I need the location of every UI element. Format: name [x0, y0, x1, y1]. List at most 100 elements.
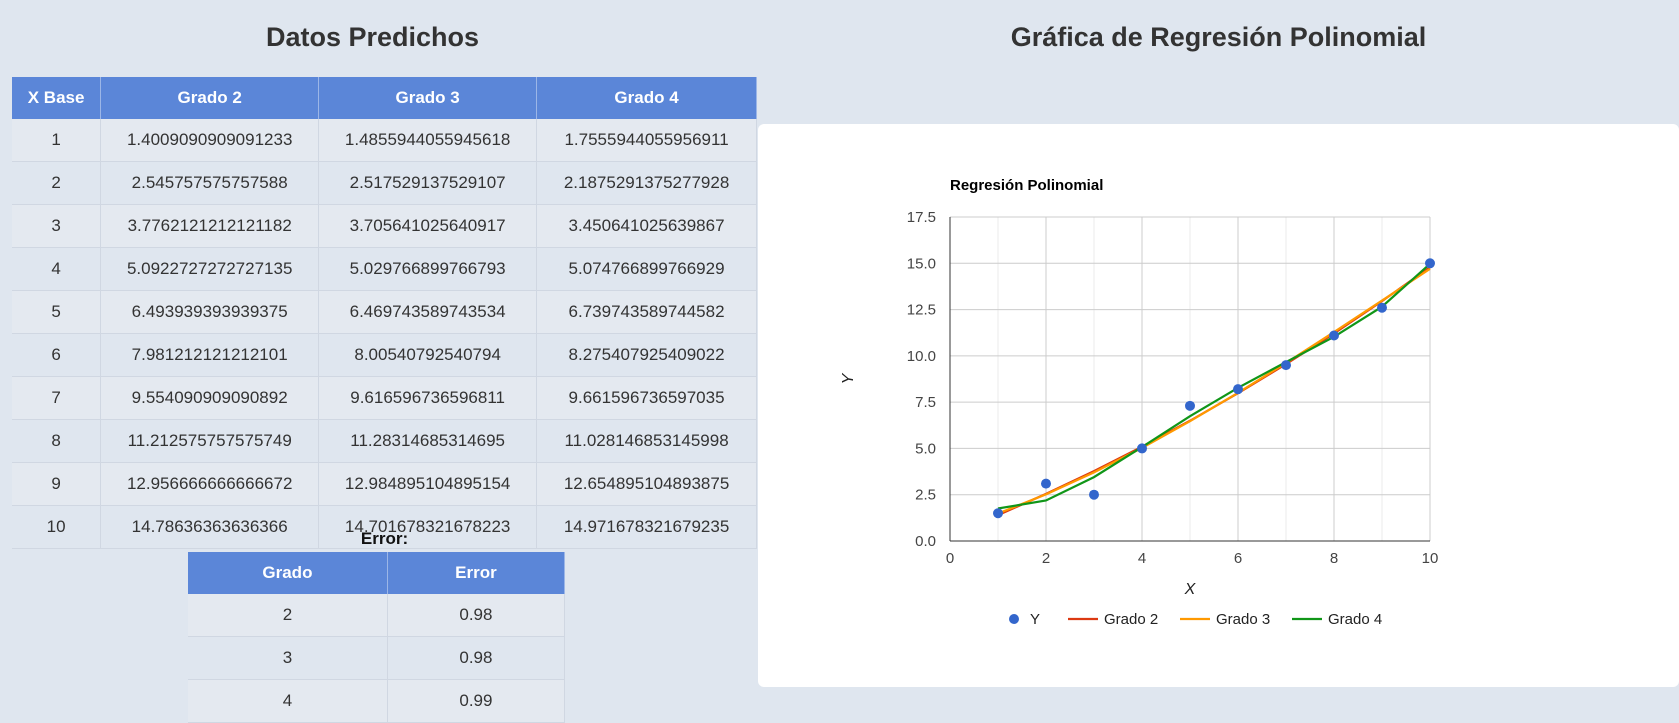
- y-tick-label: 0.0: [915, 533, 936, 550]
- table-cell: 2.1875291375277928: [536, 161, 757, 205]
- x-tick-label: 10: [1422, 550, 1439, 567]
- table-cell: 7.981212121212101: [100, 333, 320, 377]
- regression-chart-title: Gráfica de Regresión Polinomial: [1010, 22, 1427, 52]
- table-cell: 11.212575757575749: [100, 419, 320, 463]
- error-table: Grado Error 2 0.98 3 0.98 4 0.99: [188, 552, 566, 723]
- data-point: [1281, 360, 1291, 371]
- table-cell: 2.517529137529107: [318, 161, 538, 205]
- table-row: 9 12.956666666666672 12.984895104895154 12.…: [12, 462, 757, 506]
- table-cell: 5: [12, 290, 102, 334]
- table-cell: 1.4855944055945618: [318, 119, 538, 162]
- regression-chart: Regresión Polinomial 0.0 2.5 5.0 7.5 10.0 12.5…: [840, 177, 1439, 628]
- data-point: [1089, 489, 1099, 500]
- error-table-header-row: Grado Error: [188, 552, 566, 594]
- table-cell: 11.28314685314695: [318, 419, 538, 463]
- error-cell: 0.98: [387, 594, 566, 637]
- data-point: [1329, 330, 1339, 341]
- table-cell: 1.4009090909091233: [100, 119, 320, 162]
- y-axis-label: Y: [840, 372, 857, 384]
- chart-title: Regresión Polinomial: [950, 177, 1103, 194]
- table-cell: 9.661596736597035: [536, 376, 757, 420]
- table-cell: 5.0922727272727135: [100, 247, 320, 291]
- table-cell: 12.984895104895154: [318, 462, 538, 506]
- table-cell: 6.739743589744582: [536, 290, 757, 334]
- error-row: 2 0.98: [188, 594, 566, 637]
- y-tick-label: 2.5: [915, 487, 936, 504]
- data-point: [993, 508, 1003, 519]
- table-cell: 12.654895104893875: [536, 462, 757, 506]
- predicted-table-header-row: X Base Grado 2 Grado 3 Grado 4: [12, 77, 757, 119]
- table-row: 1 1.4009090909091233 1.4855944055945618 1.7…: [12, 119, 757, 162]
- error-cell: 0.98: [387, 636, 566, 680]
- error-row: 3 0.98: [188, 636, 566, 680]
- table-cell: 2: [12, 161, 102, 205]
- table-cell: 12.956666666666672: [100, 462, 320, 506]
- table-cell: 8.275407925409022: [536, 333, 757, 377]
- table-cell: 6: [12, 333, 102, 377]
- data-point: [1377, 302, 1387, 313]
- table-cell: 9.616596736596811: [318, 376, 538, 420]
- error-cell: 2: [188, 594, 388, 637]
- table-cell: 3.7762121212121182: [100, 204, 320, 248]
- data-point: [1425, 258, 1435, 269]
- column-header-grado: Grado: [188, 552, 388, 594]
- table-row: 6 7.981212121212101 8.00540792540794 8.2754…: [12, 333, 757, 377]
- table-row: 4 5.0922727272727135 5.029766899766793 5.07…: [12, 247, 757, 291]
- error-label: Error:: [360, 529, 409, 548]
- y-tick-label: 15.0: [907, 255, 936, 272]
- legend-label-grado-4: Grado 4: [1328, 611, 1382, 628]
- series-line-grado-4: [997, 262, 1431, 510]
- legend-label-grado-2: Grado 2: [1104, 611, 1158, 628]
- table-cell: 2.545757575757588: [100, 161, 320, 205]
- x-tick-label: 4: [1138, 550, 1146, 567]
- table-row: 5 6.493939393939375 6.469743589743534 6.739…: [12, 290, 757, 334]
- x-axis-label: X: [1184, 581, 1197, 598]
- data-point: [1233, 384, 1243, 395]
- x-tick-label: 8: [1330, 550, 1338, 567]
- series-line-grado-3: [997, 267, 1431, 515]
- column-header-grado-4: Grado 4: [536, 77, 757, 119]
- error-cell: 0.99: [387, 679, 566, 723]
- y-tick-label: 5.0: [915, 440, 936, 457]
- table-cell: 7: [12, 376, 102, 420]
- table-row: 7 9.554090909090892 9.616596736596811 9.661…: [12, 376, 757, 420]
- data-point: [1185, 400, 1195, 411]
- predicted-data-title: Datos Predichos: [265, 22, 480, 52]
- table-cell: 8: [12, 419, 102, 463]
- table-row: 2 2.545757575757588 2.517529137529107 2.187…: [12, 161, 757, 205]
- y-tick-label: 10.0: [907, 348, 936, 365]
- table-cell: 9.554090909090892: [100, 376, 320, 420]
- table-cell: 3.705641025640917: [318, 204, 538, 248]
- x-tick-label: 0: [946, 550, 954, 567]
- error-cell: 3: [188, 636, 388, 680]
- table-cell: 5.074766899766929: [536, 247, 757, 291]
- y-tick-label: 7.5: [915, 394, 936, 411]
- table-cell: 3: [12, 204, 102, 248]
- column-header-error: Error: [387, 552, 566, 594]
- y-tick-label: 12.5: [907, 302, 936, 319]
- table-cell: 4: [12, 247, 102, 291]
- data-point: [1137, 443, 1147, 454]
- table-cell: 11.028146853145998: [536, 419, 757, 463]
- column-header-grado-3: Grado 3: [318, 77, 538, 119]
- table-cell: 6.469743589743534: [318, 290, 538, 334]
- data-point: [1041, 478, 1051, 489]
- error-row: 4 0.99: [188, 679, 566, 723]
- legend-marker-y: [1009, 614, 1019, 624]
- table-cell: 6.493939393939375: [100, 290, 320, 334]
- table-cell: 8.00540792540794: [318, 333, 538, 377]
- legend-label-grado-3: Grado 3: [1216, 611, 1270, 628]
- table-row: 3 3.7762121212121182 3.705641025640917 3.45…: [12, 204, 757, 248]
- table-cell: 1.7555944055956911: [536, 119, 757, 162]
- x-tick-label: 2: [1042, 550, 1050, 567]
- table-cell: 9: [12, 462, 102, 506]
- table-cell: 5.029766899766793: [318, 247, 538, 291]
- table-cell: 3.450641025639867: [536, 204, 757, 248]
- predicted-data-table: X Base Grado 2 Grado 3 Grado 4 1 1.400909…: [12, 77, 757, 549]
- x-tick-label: 6: [1234, 550, 1242, 567]
- column-header-x-base: X Base: [12, 77, 102, 119]
- column-header-grado-2: Grado 2: [100, 77, 320, 119]
- table-row: 8 11.212575757575749 11.28314685314695 11.0…: [12, 419, 757, 463]
- y-tick-label: 17.5: [907, 209, 936, 226]
- table-cell: 1: [12, 119, 102, 162]
